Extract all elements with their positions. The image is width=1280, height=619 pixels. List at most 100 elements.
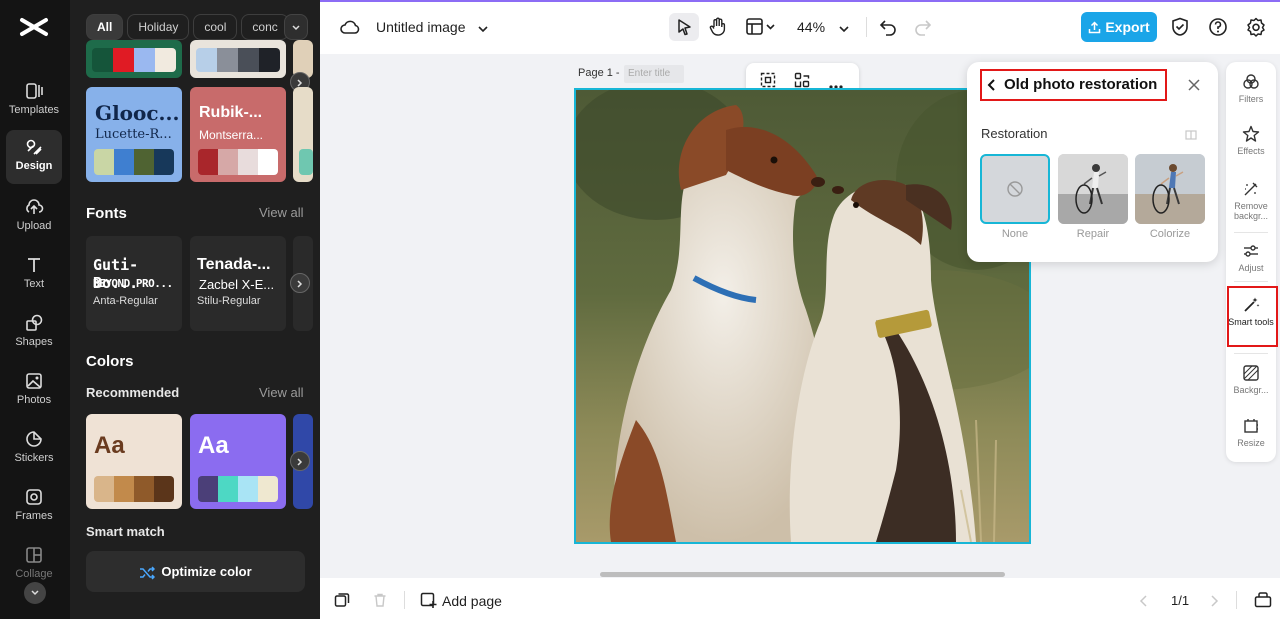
toolbar-divider [866,17,867,37]
export-label: Export [1105,19,1150,35]
help-icon[interactable] [1208,17,1228,42]
shapes-icon [26,314,43,331]
add-page-icon[interactable] [420,592,437,614]
font-card[interactable]: Tenada-... Zacbel X-E... Stilu-Regular [190,236,286,331]
rail-label: Stickers [14,452,54,464]
canvas-photo[interactable] [574,88,1031,544]
shield-icon[interactable] [1171,17,1189,42]
fonts-view-all-link[interactable]: View all [259,205,304,220]
font-pair-card-partial[interactable] [86,40,182,78]
font-pair-card[interactable]: Glooc... Lucette-R... [86,87,182,182]
page-counter: 1/1 [1171,593,1190,608]
filters-icon [1243,74,1259,89]
smart-tools-highlight [1227,286,1278,347]
back-chevron-icon[interactable] [987,78,997,97]
rail-design[interactable]: Design [6,130,62,184]
hand-icon[interactable] [709,17,727,42]
chip-holiday[interactable]: Holiday [127,14,190,40]
tool-background[interactable]: Backgr... [1226,364,1276,395]
colors-view-all-link[interactable]: View all [259,385,304,400]
palette-sample-text: Aa [198,432,229,459]
undo-icon[interactable] [879,18,897,41]
tool-label: Remove backgr... [1233,201,1269,221]
tool-remove-background[interactable]: Remove backgr... [1226,180,1276,221]
top-accent-line [320,0,1280,2]
fonts-section-title: Fonts [86,205,127,222]
remove-background-icon [1244,182,1258,196]
tool-resize[interactable]: Resize [1226,417,1276,448]
font-card-line1: Tenada-... [197,256,271,273]
font-pair-card-partial[interactable] [190,40,286,78]
design-panel: All Holiday cool conc Glooc... Lucette-R... [70,0,320,619]
palette-swatches [94,476,174,502]
rail-more-button[interactable] [24,582,46,604]
rail-stickers[interactable]: Stickers [6,422,62,476]
scroll-right-button[interactable] [290,273,310,293]
colors-section-title: Colors [86,353,134,370]
background-icon [1243,365,1259,381]
restoration-option-repair[interactable] [1058,154,1128,224]
rail-templates[interactable]: Templates [6,74,62,128]
font-pair-card-partial[interactable] [293,87,313,182]
rail-shapes[interactable]: Shapes [6,306,62,360]
close-icon[interactable] [1187,78,1201,97]
chevron-down-icon [292,25,300,31]
gear-icon[interactable] [1246,17,1266,42]
app-logo[interactable] [18,12,50,42]
chip-all[interactable]: All [86,14,124,40]
zoom-level[interactable]: 44% [797,19,825,35]
palette-swatches [196,48,280,72]
chip-conc[interactable]: conc [241,14,289,40]
font-card-line3: Anta-Regular [93,295,158,307]
tool-adjust[interactable]: Adjust [1226,242,1276,273]
delete-page-icon [372,592,388,613]
palette-card[interactable]: Aa [190,414,286,509]
rail-label: Text [23,278,45,290]
tool-label: Resize [1237,438,1265,448]
font-pair-subtitle: Lucette-R... [95,127,172,142]
duplicate-page-icon[interactable] [334,592,350,613]
none-icon [1007,181,1023,197]
tool-effects[interactable]: Effects [1226,125,1276,156]
tools-divider [1234,353,1268,354]
palette-card[interactable]: Aa [86,414,182,509]
option-label-repair: Repair [1076,228,1110,240]
horizontal-scrollbar[interactable] [600,572,1005,577]
document-title[interactable]: Untitled image [376,19,466,35]
add-page-button[interactable]: Add page [442,593,502,609]
palette-swatches [198,476,278,502]
colorize-preview-image [1135,154,1205,224]
chevron-down-icon [31,590,39,596]
rail-text[interactable]: Text [6,248,62,302]
page-label: Page 1 - [578,67,620,79]
rail-upload[interactable]: Upload [6,190,62,244]
scroll-right-button[interactable] [290,451,310,471]
chips-more-button[interactable] [284,14,308,40]
page-title-input[interactable]: Enter title [624,65,684,83]
font-pair-title: Rubik-... [199,104,263,121]
chevron-down-icon[interactable] [477,22,489,40]
restoration-option-none[interactable] [980,154,1050,224]
palette-swatches [94,149,174,175]
chip-cool[interactable]: cool [193,14,238,40]
restoration-option-colorize[interactable] [1135,154,1205,224]
tools-divider [1234,232,1268,233]
optimize-color-button[interactable]: Optimize color [86,551,305,592]
font-pair-card[interactable]: Rubik-... Montserra... [190,87,286,182]
palette-swatches [198,149,278,175]
smart-match-label: Smart match [86,524,165,539]
layout-icon[interactable] [746,18,776,41]
cloud-sync-icon[interactable] [340,18,360,41]
bottom-divider [404,591,405,609]
stickers-icon [26,431,42,447]
page-manager-icon[interactable] [1254,591,1272,613]
rail-frames[interactable]: Frames [6,480,62,534]
font-card[interactable]: Guti-Bo... BEYOND PRO... Anta-Regular [86,236,182,331]
export-button[interactable]: Export [1081,12,1157,42]
chevron-right-icon [297,458,303,466]
tool-filters[interactable]: Filters [1226,73,1276,104]
compare-icon[interactable] [1185,128,1197,146]
rail-photos[interactable]: Photos [6,364,62,418]
recommended-label: Recommended [86,385,180,400]
chevron-down-icon[interactable] [838,22,850,40]
